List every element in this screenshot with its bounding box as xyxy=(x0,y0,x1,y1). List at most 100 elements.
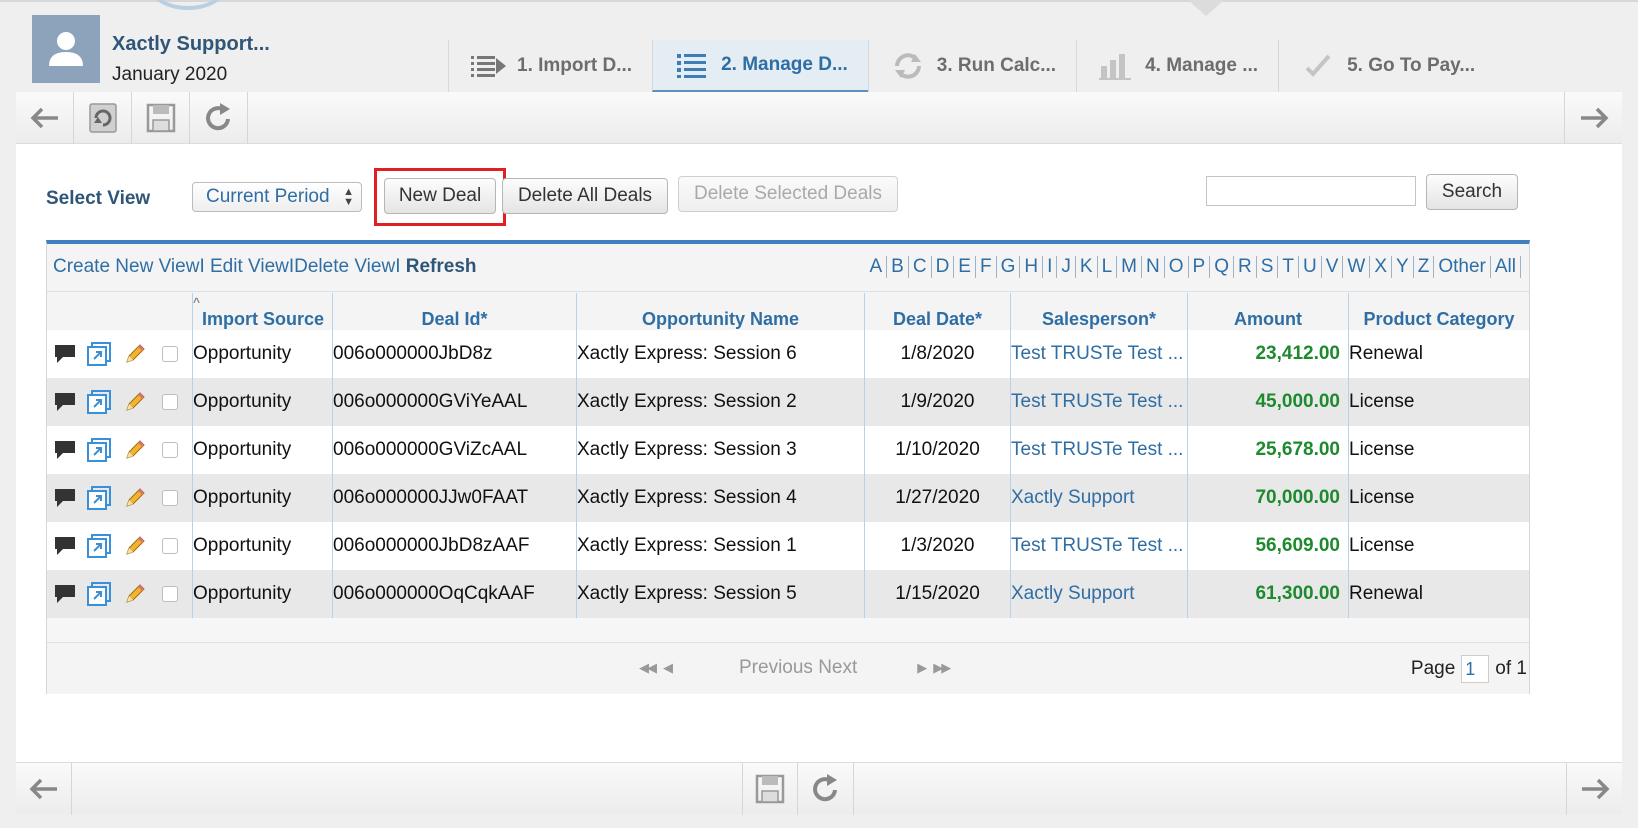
column-header-deal-date[interactable]: Deal Date* xyxy=(864,293,1010,330)
alpha-filter-w[interactable]: W xyxy=(1343,256,1371,278)
alpha-filter-o[interactable]: O xyxy=(1165,256,1189,278)
column-header-amount[interactable]: Amount xyxy=(1187,293,1348,330)
row-checkbox[interactable] xyxy=(153,394,187,410)
search-button[interactable]: Search xyxy=(1426,174,1518,210)
forward-button[interactable] xyxy=(1564,92,1622,144)
edit-view-link[interactable]: Edit View xyxy=(210,256,289,277)
alpha-filter-x[interactable]: X xyxy=(1370,256,1393,278)
open-detail-icon[interactable] xyxy=(81,389,117,415)
edit-pencil-icon[interactable] xyxy=(117,486,153,510)
edit-pencil-icon[interactable] xyxy=(117,582,153,606)
alpha-filter-m[interactable]: M xyxy=(1117,256,1142,278)
page-number-input[interactable]: 1 xyxy=(1461,655,1490,683)
avatar[interactable] xyxy=(32,15,100,83)
alpha-filter-d[interactable]: D xyxy=(932,256,955,278)
alpha-filter-j[interactable]: J xyxy=(1057,256,1076,278)
open-detail-icon[interactable] xyxy=(81,485,117,511)
alpha-filter-p[interactable]: P xyxy=(1189,256,1211,278)
table-row[interactable]: Opportunity 006o000000JJw0FAAT Xactly Expr… xyxy=(47,474,1529,522)
edit-pencil-icon[interactable] xyxy=(117,390,153,414)
alpha-filter-c[interactable]: C xyxy=(909,256,932,278)
table-row[interactable]: Opportunity 006o000000OqCqkAAF Xactly Expr… xyxy=(47,570,1529,618)
alpha-filter-h[interactable]: H xyxy=(1020,256,1044,278)
step-run-calc[interactable]: 3. Run Calc... xyxy=(867,40,1076,92)
table-row[interactable]: Opportunity 006o000000JbD8z Xactly Express… xyxy=(47,330,1529,378)
column-header-salesperson[interactable]: Salesperson* xyxy=(1010,293,1187,330)
alpha-filter-i[interactable]: I xyxy=(1043,256,1058,278)
step-import-data[interactable]: 1. Import D... xyxy=(448,40,652,92)
cell-salesperson-link[interactable]: Test TRUSTe Test ... xyxy=(1010,378,1187,426)
previous-link[interactable]: Previous xyxy=(739,657,813,678)
comment-icon[interactable] xyxy=(49,439,81,461)
alpha-filter-t[interactable]: T xyxy=(1278,256,1299,278)
view-select[interactable]: Current Period ▲ ▼ xyxy=(192,182,362,212)
step-go-to-payments[interactable]: 5. Go To Pay... xyxy=(1278,40,1495,92)
step-manage-results[interactable]: 4. Manage ... xyxy=(1076,40,1278,92)
back-button[interactable] xyxy=(16,92,74,144)
alpha-filter-y[interactable]: Y xyxy=(1392,256,1414,278)
user-name[interactable]: Xactly Support... xyxy=(112,33,270,56)
table-row[interactable]: Opportunity 006o000000GViZcAAL Xactly Expr… xyxy=(47,426,1529,474)
column-header-product-category[interactable]: Product Category xyxy=(1348,293,1529,330)
delete-selected-deals-button[interactable]: Delete Selected Deals xyxy=(678,176,898,212)
refresh-doc-button[interactable] xyxy=(74,92,132,144)
cell-salesperson-link[interactable]: Test TRUSTe Test ... xyxy=(1010,330,1187,378)
open-detail-icon[interactable] xyxy=(81,437,117,463)
cell-salesperson-link[interactable]: Xactly Support xyxy=(1010,474,1187,522)
redo-button[interactable] xyxy=(190,92,248,144)
table-row[interactable]: Opportunity 006o000000GViYeAAL Xactly Expr… xyxy=(47,378,1529,426)
comment-icon[interactable] xyxy=(49,391,81,413)
row-checkbox[interactable] xyxy=(153,538,187,554)
comment-icon[interactable] xyxy=(49,487,81,509)
alpha-filter-q[interactable]: Q xyxy=(1210,256,1234,278)
step-manage-deals[interactable]: 2. Manage D... xyxy=(652,40,868,92)
row-checkbox[interactable] xyxy=(153,490,187,506)
open-detail-icon[interactable] xyxy=(81,341,117,367)
search-input[interactable] xyxy=(1206,176,1416,206)
column-header-deal-id[interactable]: Deal Id* xyxy=(332,293,576,330)
edit-pencil-icon[interactable] xyxy=(117,438,153,462)
next-link[interactable]: Next xyxy=(818,657,857,678)
open-detail-icon[interactable] xyxy=(81,533,117,559)
alpha-filter-l[interactable]: L xyxy=(1098,256,1118,278)
bottom-forward-button[interactable] xyxy=(1566,763,1622,815)
comment-icon[interactable] xyxy=(49,583,81,605)
alpha-filter-z[interactable]: Z xyxy=(1414,256,1435,278)
comment-icon[interactable] xyxy=(49,343,81,365)
bottom-save-button[interactable] xyxy=(742,763,798,815)
prev-page-icon[interactable]: ◀ xyxy=(663,660,673,676)
comment-icon[interactable] xyxy=(49,535,81,557)
alpha-filter-s[interactable]: S xyxy=(1257,256,1279,278)
row-checkbox[interactable] xyxy=(153,442,187,458)
delete-all-deals-button[interactable]: Delete All Deals xyxy=(502,178,668,214)
delete-view-link[interactable]: Delete View xyxy=(294,256,395,277)
first-page-icon[interactable]: ◀◀ xyxy=(639,660,657,676)
alpha-filter-n[interactable]: N xyxy=(1142,256,1165,278)
cell-salesperson-link[interactable]: Xactly Support xyxy=(1010,570,1187,618)
last-page-icon[interactable]: ▶▶ xyxy=(933,660,951,676)
next-page-icon[interactable]: ▶ xyxy=(917,660,927,676)
alpha-filter-g[interactable]: G xyxy=(997,256,1021,278)
cell-salesperson-link[interactable]: Test TRUSTe Test ... xyxy=(1010,426,1187,474)
refresh-link[interactable]: Refresh xyxy=(406,256,477,277)
alpha-filter-a[interactable]: A xyxy=(865,256,888,278)
alpha-filter-f[interactable]: F xyxy=(976,256,997,278)
column-header-import-source[interactable]: ^ Import Source xyxy=(192,293,332,330)
edit-pencil-icon[interactable] xyxy=(117,342,153,366)
row-checkbox[interactable] xyxy=(153,586,187,602)
row-checkbox[interactable] xyxy=(153,346,187,362)
edit-pencil-icon[interactable] xyxy=(117,534,153,558)
cell-salesperson-link[interactable]: Test TRUSTe Test ... xyxy=(1010,522,1187,570)
open-detail-icon[interactable] xyxy=(81,581,117,607)
table-row[interactable]: Opportunity 006o000000JbD8zAAF Xactly Expr… xyxy=(47,522,1529,570)
new-deal-button[interactable]: New Deal xyxy=(384,178,496,214)
bottom-redo-button[interactable] xyxy=(798,763,854,815)
alpha-filter-e[interactable]: E xyxy=(954,256,976,278)
alpha-filter-r[interactable]: R xyxy=(1234,256,1257,278)
alpha-filter-v[interactable]: V xyxy=(1322,256,1344,278)
column-header-opportunity-name[interactable]: Opportunity Name xyxy=(576,293,864,330)
create-new-view-link[interactable]: Create New View xyxy=(53,256,199,277)
alpha-filter-u[interactable]: U xyxy=(1299,256,1322,278)
bottom-back-button[interactable] xyxy=(16,763,72,815)
alpha-filter-other[interactable]: Other xyxy=(1434,256,1491,278)
